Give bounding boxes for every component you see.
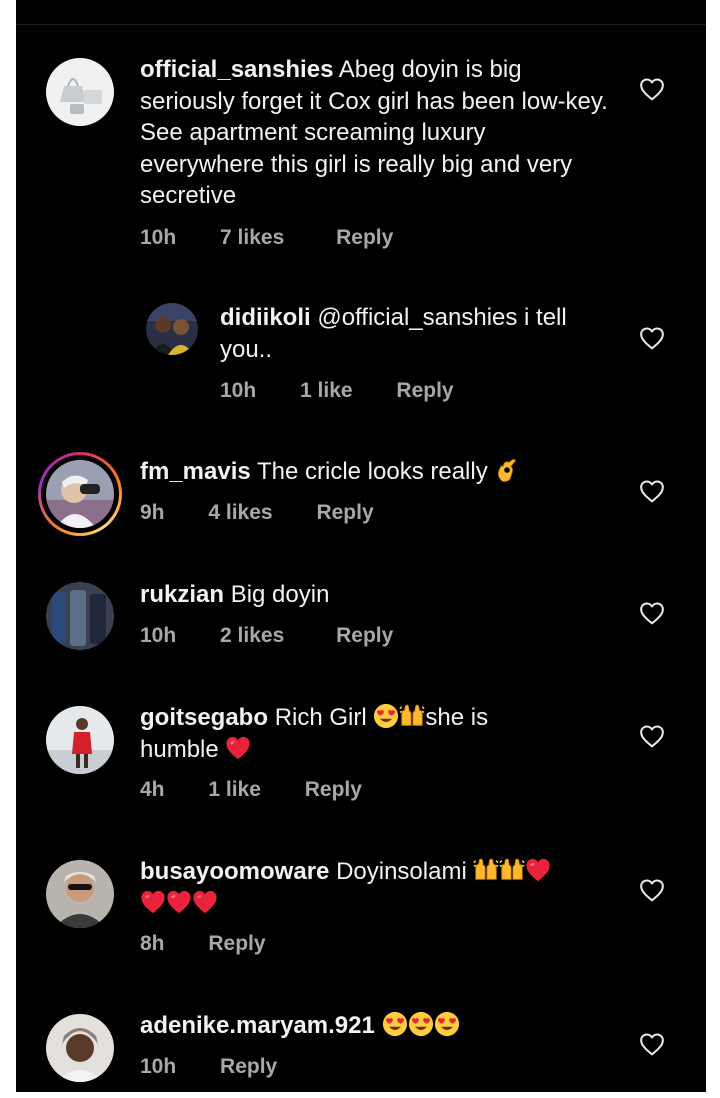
- red-heart-emoji-icon: [192, 889, 218, 915]
- raised-hands-emoji-icon: [473, 857, 499, 883]
- reply-button[interactable]: Reply: [316, 501, 373, 525]
- comment-likes[interactable]: 1 like: [300, 379, 353, 403]
- comment-text: busayoomoware Doyinsolami: [140, 856, 630, 919]
- woman-headwrap-avatar-icon[interactable]: [46, 1014, 114, 1082]
- comment-meta: 10h 7 likes Reply: [140, 226, 393, 250]
- heart-eyes-emoji-icon: [373, 703, 399, 729]
- binoculars-avatar-icon[interactable]: [46, 460, 114, 528]
- comment-meta: 8h Reply: [140, 932, 266, 956]
- woman-red-dress-avatar-icon[interactable]: [46, 706, 114, 774]
- like-heart-icon[interactable]: [639, 479, 665, 503]
- like-heart-icon[interactable]: [639, 1032, 665, 1056]
- comment-username[interactable]: rukzian: [140, 581, 224, 608]
- ok-hand-emoji-icon: [494, 457, 520, 483]
- comment-likes[interactable]: 7 likes: [220, 226, 284, 250]
- top-divider: [16, 24, 706, 25]
- red-heart-emoji-icon: [140, 889, 166, 915]
- comment-username[interactable]: didiikoli: [220, 304, 311, 331]
- reply-button[interactable]: Reply: [336, 624, 393, 648]
- comment-meta: 9h 4 likes Reply: [140, 501, 374, 525]
- comment-time: 9h: [140, 501, 165, 524]
- comment-text: didiikoli @official_sanshies i tell you.…: [220, 302, 610, 365]
- comment-likes[interactable]: 1 like: [208, 778, 261, 802]
- comment-body: humble: [140, 735, 219, 763]
- reply-button[interactable]: Reply: [220, 1055, 277, 1079]
- comment-text: fm_mavis The cricle looks really: [140, 456, 610, 488]
- reply-button[interactable]: Reply: [208, 932, 265, 956]
- comment-body: Big doyin: [230, 581, 330, 608]
- comment-time: 10h: [140, 1055, 177, 1078]
- red-heart-emoji-icon: [225, 735, 251, 761]
- comment-meta: 10h 1 like Reply: [220, 379, 454, 403]
- reply-button[interactable]: Reply: [336, 226, 393, 250]
- raised-hands-emoji-icon: [499, 857, 525, 883]
- comment-text: goitsegabo Rich Girl she is humble: [140, 702, 610, 765]
- like-heart-icon[interactable]: [639, 878, 665, 902]
- like-heart-icon[interactable]: [639, 601, 665, 625]
- comment-meta: 10h Reply: [140, 1055, 277, 1079]
- comment-username[interactable]: busayoomoware: [140, 858, 329, 885]
- reply-button[interactable]: Reply: [305, 778, 362, 802]
- reply-button[interactable]: Reply: [396, 379, 453, 403]
- comment-meta: 10h 2 likes Reply: [140, 624, 393, 648]
- comment-body: she is: [425, 704, 489, 731]
- heart-eyes-emoji-icon: [408, 1011, 434, 1037]
- comment-text: rukzian Big doyin: [140, 579, 610, 611]
- comment-likes[interactable]: 2 likes: [220, 624, 284, 648]
- comment-username[interactable]: goitsegabo: [140, 704, 268, 731]
- comment-username[interactable]: official_sanshies: [140, 56, 333, 83]
- comment-body: The cricle looks really: [256, 458, 488, 485]
- comment-time: 10h: [220, 379, 257, 402]
- red-heart-emoji-icon: [166, 889, 192, 915]
- like-heart-icon[interactable]: [639, 77, 665, 101]
- red-heart-emoji-icon: [525, 857, 551, 883]
- comment-username[interactable]: adenike.maryam.921: [140, 1012, 375, 1039]
- handbag-avatar-icon[interactable]: [46, 58, 114, 126]
- comment-body: Doyinsolami: [336, 858, 467, 885]
- heart-eyes-emoji-icon: [434, 1011, 460, 1037]
- comment-likes[interactable]: 4 likes: [208, 501, 272, 525]
- comment-time: 8h: [140, 932, 165, 955]
- like-heart-icon[interactable]: [639, 724, 665, 748]
- heart-eyes-emoji-icon: [382, 1011, 408, 1037]
- clothes-avatar-icon[interactable]: [46, 582, 114, 650]
- comment-text: official_sanshies Abeg doyin is big seri…: [140, 54, 610, 212]
- woman-sunglasses-avatar-icon[interactable]: [46, 860, 114, 928]
- comment-time: 4h: [140, 778, 165, 801]
- comment-meta: 4h 1 like Reply: [140, 778, 362, 802]
- comment-username[interactable]: fm_mavis: [140, 458, 251, 485]
- couple-photo-avatar-icon[interactable]: [146, 303, 198, 355]
- like-heart-icon[interactable]: [639, 326, 665, 350]
- comment-time: 10h: [140, 624, 177, 647]
- comment-body: Rich Girl: [274, 704, 367, 731]
- comment-text: adenike.maryam.921: [140, 1010, 610, 1042]
- comment-time: 10h: [140, 226, 177, 249]
- comments-panel: official_sanshies Abeg doyin is big seri…: [16, 0, 706, 1092]
- raised-hands-emoji-icon: [399, 703, 425, 729]
